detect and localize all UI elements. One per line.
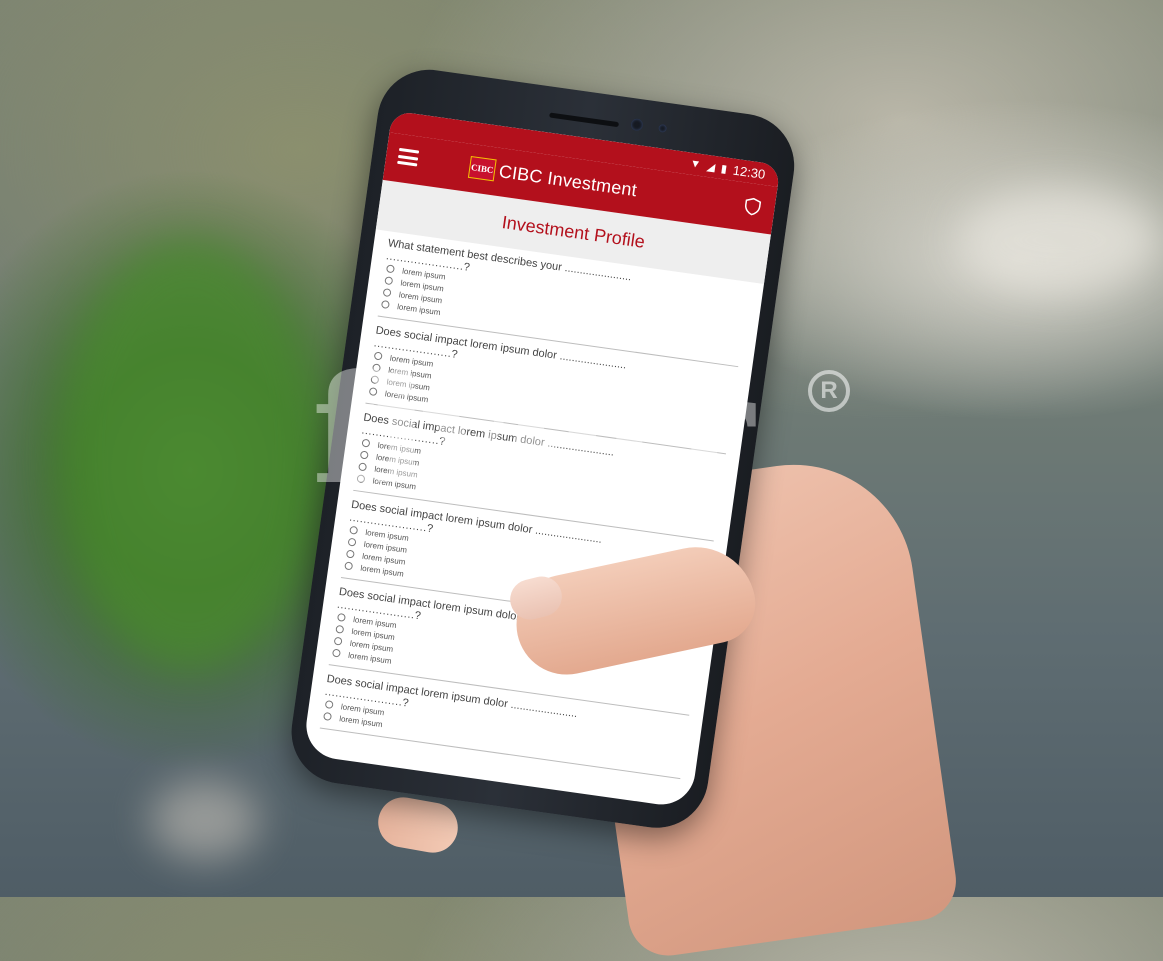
radio-button[interactable] (331, 648, 341, 658)
status-time: 12:30 (732, 162, 767, 182)
radio-button[interactable] (384, 276, 394, 286)
background-foliage (60, 240, 320, 670)
wifi-icon: ▼ (689, 157, 702, 171)
phone-speaker (549, 112, 620, 128)
menu-icon[interactable] (397, 147, 420, 167)
signal-icon: ◢ (705, 160, 716, 174)
phone-sensor (658, 123, 668, 133)
app-title: CIBC Investment (497, 161, 639, 201)
radio-button[interactable] (380, 299, 390, 310)
radio-button[interactable] (349, 525, 359, 535)
background-rock (960, 190, 1160, 290)
phone-camera (630, 117, 644, 132)
radio-button[interactable] (333, 636, 343, 646)
radio-button[interactable] (345, 549, 355, 559)
radio-button[interactable] (323, 711, 333, 721)
battery-icon: ▮ (720, 162, 728, 176)
radio-button[interactable] (335, 624, 345, 634)
radio-button[interactable] (344, 561, 354, 571)
shield-icon[interactable] (743, 197, 762, 217)
cibc-logo: CIBC (467, 155, 497, 182)
radio-button[interactable] (347, 537, 357, 547)
radio-button[interactable] (382, 288, 392, 298)
radio-button[interactable] (324, 700, 334, 710)
registered-mark: R (808, 370, 850, 412)
watermark-text: fiverr (312, 342, 754, 518)
background-stone (150, 780, 260, 860)
radio-button[interactable] (336, 612, 346, 622)
radio-button[interactable] (385, 264, 395, 274)
